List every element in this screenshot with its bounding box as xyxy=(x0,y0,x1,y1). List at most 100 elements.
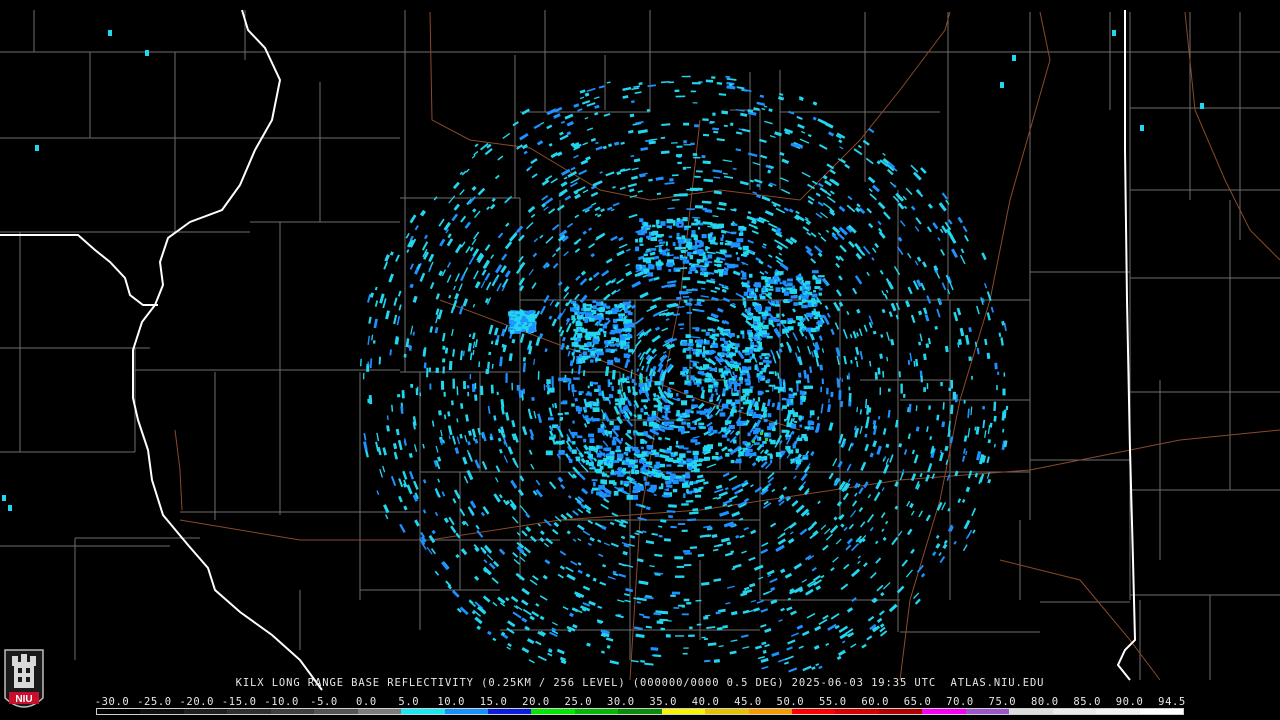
echo-speckle xyxy=(584,92,590,97)
echo-speckle xyxy=(679,327,684,330)
echo-speckle xyxy=(739,534,745,539)
echo-speckle xyxy=(806,612,816,619)
echo-speckle xyxy=(389,349,392,356)
echo-speckle xyxy=(490,254,495,259)
echo-core xyxy=(581,356,587,360)
echo-core xyxy=(615,449,622,453)
echo-core xyxy=(602,414,606,420)
echo-speckle xyxy=(740,634,749,638)
echo-core xyxy=(817,275,825,278)
echo-speckle xyxy=(460,274,466,282)
echo-speckle xyxy=(454,293,460,300)
echo-speckle xyxy=(726,541,732,546)
echo-core xyxy=(642,421,647,426)
echo-speckle xyxy=(846,310,850,316)
echo-speckle xyxy=(714,388,718,393)
echo-speckle xyxy=(620,535,626,540)
echo-speckle xyxy=(696,474,704,479)
echo-speckle xyxy=(774,371,778,376)
echo-speckle xyxy=(551,376,554,386)
echo-core xyxy=(722,403,729,409)
echo-core xyxy=(632,391,638,395)
echo-speckle xyxy=(821,348,825,353)
echo-speckle xyxy=(735,148,742,152)
echo-speckle xyxy=(913,454,919,464)
echo-speckle xyxy=(682,652,688,655)
echo-core xyxy=(605,429,608,435)
echo-core xyxy=(705,377,712,383)
echo-speckle xyxy=(743,586,750,591)
echo-speckle xyxy=(612,202,620,207)
echo-core xyxy=(623,316,626,322)
echo-core xyxy=(733,223,738,226)
echo-core xyxy=(753,429,759,435)
echo-speckle xyxy=(437,456,442,462)
echo-speckle xyxy=(383,261,389,270)
echo-speckle xyxy=(839,632,848,640)
echo-speckle xyxy=(424,234,428,240)
echo-speckle xyxy=(806,231,812,236)
echo-speckle xyxy=(768,108,773,113)
echo-speckle xyxy=(451,589,460,598)
echo-core xyxy=(612,482,617,486)
echo-speckle xyxy=(678,323,685,326)
echo-speckle xyxy=(793,562,803,570)
echo-speckle xyxy=(635,503,641,507)
echo-speckle xyxy=(578,169,588,176)
echo-speckle xyxy=(961,455,966,462)
echo-core xyxy=(749,452,757,457)
echo-core xyxy=(556,426,561,430)
echo-speckle xyxy=(722,499,733,505)
color-bar-segment xyxy=(792,709,836,714)
echo-core xyxy=(757,397,761,402)
echo-speckle xyxy=(551,224,560,231)
echo-speckle xyxy=(920,572,926,578)
echo-core xyxy=(784,419,787,422)
echo-speckle xyxy=(874,372,878,380)
echo-speckle xyxy=(591,202,597,206)
echo-core xyxy=(586,341,591,346)
echo-speckle xyxy=(926,383,929,390)
echo-core xyxy=(660,221,666,226)
echo-speckle xyxy=(483,559,488,564)
echo-speckle xyxy=(671,591,681,595)
echo-speckle xyxy=(497,437,502,442)
echo-speckle xyxy=(777,533,786,540)
echo-core xyxy=(579,311,586,314)
echo-core xyxy=(742,388,750,394)
echo-core xyxy=(643,476,647,481)
echo-core xyxy=(795,380,801,384)
echo-speckle xyxy=(817,201,824,207)
echo-speckle xyxy=(467,391,470,397)
echo-core xyxy=(719,260,723,263)
echo-core xyxy=(688,466,692,471)
echo-speckle xyxy=(490,384,494,394)
echo-speckle xyxy=(532,252,538,258)
echo-core xyxy=(625,337,630,341)
echo-speckle xyxy=(713,130,719,134)
echo-speckle xyxy=(474,382,477,389)
echo-speckle xyxy=(915,426,920,432)
echo-speckle xyxy=(369,358,373,368)
echo-core xyxy=(774,304,780,307)
echo-speckle xyxy=(848,240,855,248)
echo-speckle xyxy=(769,577,778,584)
scale-label: 25.0 xyxy=(564,696,593,708)
echo-core xyxy=(776,323,781,327)
echo-speckle xyxy=(469,500,477,509)
echo-speckle xyxy=(533,358,536,365)
echo-speckle xyxy=(701,581,710,586)
echo-strong xyxy=(735,368,738,371)
echo-speckle xyxy=(804,335,808,340)
echo-speckle xyxy=(939,228,944,234)
color-bar-segment xyxy=(1096,709,1140,714)
echo-speckle xyxy=(368,316,372,324)
echo-speckle xyxy=(376,432,380,442)
echo-core xyxy=(719,271,724,277)
echo-speckle xyxy=(469,352,473,361)
echo-core xyxy=(639,218,644,223)
echo-speckle xyxy=(798,372,802,378)
echo-speckle xyxy=(919,333,923,342)
echo-speckle xyxy=(696,301,702,305)
echo-speckle xyxy=(887,388,891,392)
